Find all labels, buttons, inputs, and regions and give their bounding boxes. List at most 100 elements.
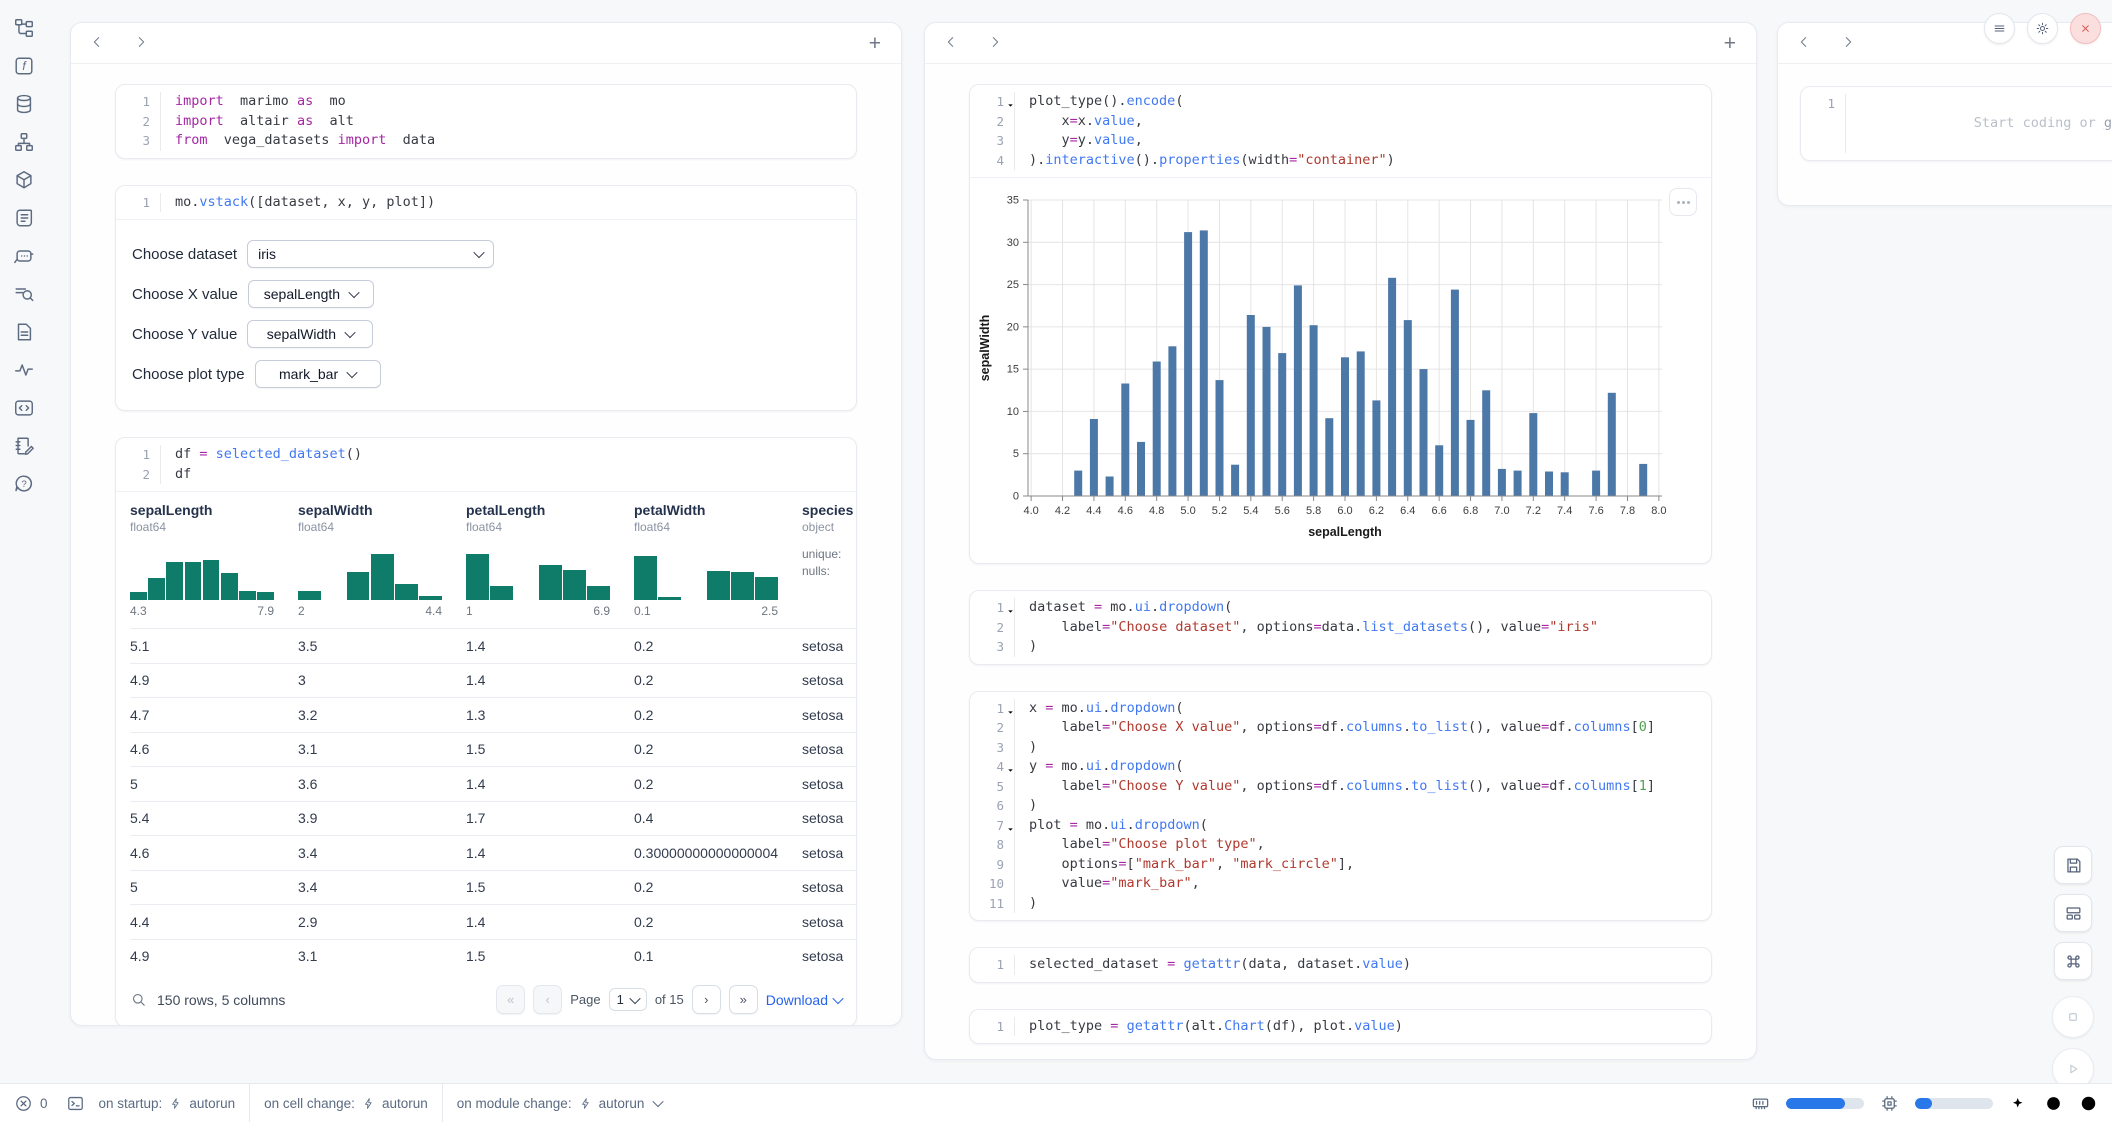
range-min: 1: [466, 604, 473, 618]
fold-chevron-icon[interactable]: [1006, 704, 1015, 713]
chevron-right-icon[interactable]: [133, 34, 151, 52]
ai-assistant-button[interactable]: [2009, 1094, 2028, 1113]
last-page-button[interactable]: »: [729, 985, 758, 1014]
fold-chevron-icon[interactable]: [1006, 821, 1015, 830]
cell-output-controls: Choose datasetirisChoose X valuesepalLen…: [116, 219, 856, 410]
copilot-button[interactable]: [2044, 1094, 2063, 1113]
code-editor[interactable]: 1selected_dataset = getattr(data, datase…: [970, 948, 1711, 982]
stop-button[interactable]: [2052, 996, 2094, 1038]
chevron-right-icon[interactable]: [1840, 34, 1858, 52]
dropdown-value: iris: [258, 246, 276, 262]
command-palette-button[interactable]: [2054, 942, 2092, 980]
chevron-left-icon[interactable]: [1796, 34, 1814, 52]
sidebar-item-scratchpad[interactable]: [12, 434, 36, 458]
code-editor[interactable]: 1mo.vstack([dataset, x, y, plot]): [116, 186, 856, 220]
gear-icon: [2035, 21, 2050, 36]
prev-page-button[interactable]: ‹: [533, 985, 562, 1014]
close-panel-button[interactable]: [2070, 13, 2101, 44]
control-label: Choose X value: [132, 286, 238, 303]
run-mode-2[interactable]: on cell change:autorun: [264, 1096, 428, 1111]
chevron-right-icon[interactable]: [987, 34, 1005, 52]
fold-chevron-icon[interactable]: [1006, 603, 1015, 612]
line-number: 10: [970, 874, 1014, 894]
logs-icon: [13, 207, 35, 229]
sidebar-item-outline-search[interactable]: [12, 282, 36, 306]
first-page-button[interactable]: «: [496, 985, 525, 1014]
dropdown-choose-x-value[interactable]: sepalLength: [248, 280, 374, 308]
search-icon[interactable]: [130, 991, 147, 1008]
table-row: 5.43.91.70.4setosa: [130, 801, 856, 836]
settings-button[interactable]: [2027, 13, 2058, 44]
line-number: 2: [116, 112, 160, 132]
sidebar-item-tracing[interactable]: [12, 358, 36, 382]
control-row: Choose plot typemark_bar: [132, 360, 856, 388]
code-editor[interactable]: 1dataset = mo.ui.dropdown(2 label="Choos…: [970, 591, 1711, 664]
range-max: 4.4: [425, 604, 442, 618]
code-editor[interactable]: 1 Start coding or generate with: [1801, 87, 2112, 160]
chart-actions-button[interactable]: [1669, 188, 1697, 216]
dropdown-choose-y-value[interactable]: sepalWidth: [247, 320, 373, 348]
download-label: Download: [766, 992, 828, 1008]
add-cell-button[interactable]: +: [1722, 33, 1738, 54]
page-select[interactable]: 1: [609, 988, 647, 1011]
column-header-petalLength: petalLengthfloat6416.9: [466, 502, 634, 618]
table-footer: 150 rows, 5 columns«‹Page1of 15›»Downloa…: [130, 985, 842, 1014]
sidebar-item-packages[interactable]: [12, 168, 36, 192]
dropdown-choose-dataset[interactable]: iris: [247, 240, 494, 268]
dropdown-choose-plot-type[interactable]: mark_bar: [255, 360, 381, 388]
menu-button[interactable]: [1984, 13, 2015, 44]
next-page-button[interactable]: ›: [692, 985, 721, 1014]
download-button[interactable]: Download: [766, 992, 842, 1008]
code-editor[interactable]: 1import marimo as mo2import altair as al…: [116, 85, 856, 158]
code-editor[interactable]: 1plot_type().encode(2 x=x.value,3 y=y.va…: [970, 85, 1711, 177]
empty-code-cell[interactable]: 1 Start coding or generate with: [1800, 86, 2112, 161]
sidebar-item-help[interactable]: ?: [12, 472, 36, 496]
code-content: y=y.value,: [1014, 131, 1711, 151]
run-mode-1[interactable]: on startup:autorun: [99, 1096, 236, 1111]
sidebar-item-documentation[interactable]: [12, 320, 36, 344]
outline-search-icon: [13, 283, 35, 305]
fold-chevron-icon[interactable]: [1006, 762, 1015, 771]
code-line: 10 value="mark_bar",: [970, 874, 1711, 894]
save-button[interactable]: [2054, 846, 2092, 884]
svg-text:5.8: 5.8: [1306, 505, 1321, 517]
add-cell-button[interactable]: +: [867, 33, 883, 54]
svg-text:7.8: 7.8: [1620, 505, 1635, 517]
svg-text:8.0: 8.0: [1651, 505, 1666, 517]
layout-button[interactable]: [2054, 894, 2092, 932]
code-content: options=["mark_bar", "mark_circle"],: [1014, 855, 1711, 875]
chevron-left-icon[interactable]: [943, 34, 961, 52]
svg-text:35: 35: [1007, 195, 1019, 207]
code-editor[interactable]: 1x = mo.ui.dropdown(2 label="Choose X va…: [970, 692, 1711, 921]
svg-text:sepalWidth: sepalWidth: [978, 315, 992, 382]
terminal-button[interactable]: [66, 1094, 85, 1113]
sidebar-item-dependency-graph[interactable]: [12, 130, 36, 154]
code-editor[interactable]: 1plot_type = getattr(alt.Chart(df), plot…: [970, 1010, 1711, 1044]
code-line: 1x = mo.ui.dropdown(: [970, 699, 1711, 719]
sidebar-item-logs[interactable]: [12, 206, 36, 230]
sidebar-item-variables[interactable]: f: [12, 54, 36, 78]
table-cell: 3.1: [298, 741, 466, 757]
sidebar-item-snippets[interactable]: [12, 396, 36, 420]
table-cell: 0.1: [634, 948, 802, 964]
table-cell: 1.7: [466, 810, 634, 826]
control-label: Choose Y value: [132, 326, 237, 343]
errors-indicator[interactable]: 0: [14, 1094, 48, 1113]
generate-with-ai-link[interactable]: generate: [2104, 115, 2112, 131]
table-cell: 1.4: [466, 845, 634, 861]
sidebar-item-data-sources[interactable]: [12, 92, 36, 116]
code-content: mo.vstack([dataset, x, y, plot]): [160, 193, 856, 213]
range-max: 7.9: [257, 604, 274, 618]
fold-chevron-icon[interactable]: [1006, 97, 1015, 106]
chevron-left-icon[interactable]: [89, 34, 107, 52]
connection-status-button[interactable]: [2079, 1094, 2098, 1113]
lightning-icon: [579, 1097, 592, 1110]
run-mode-3[interactable]: on module change:autorun: [457, 1096, 663, 1111]
table-inner: sepalLengthfloat644.37.9sepalWidthfloat6…: [130, 502, 856, 973]
range-min: 2: [298, 604, 305, 618]
code-line: 2 label="Choose dataset", options=data.l…: [970, 618, 1711, 638]
code-editor[interactable]: 1df = selected_dataset()2df: [116, 438, 856, 491]
sidebar-item-ai-chat[interactable]: [12, 244, 36, 268]
sidebar-item-file-explorer[interactable]: [12, 16, 36, 40]
table-cell: setosa: [802, 810, 856, 826]
